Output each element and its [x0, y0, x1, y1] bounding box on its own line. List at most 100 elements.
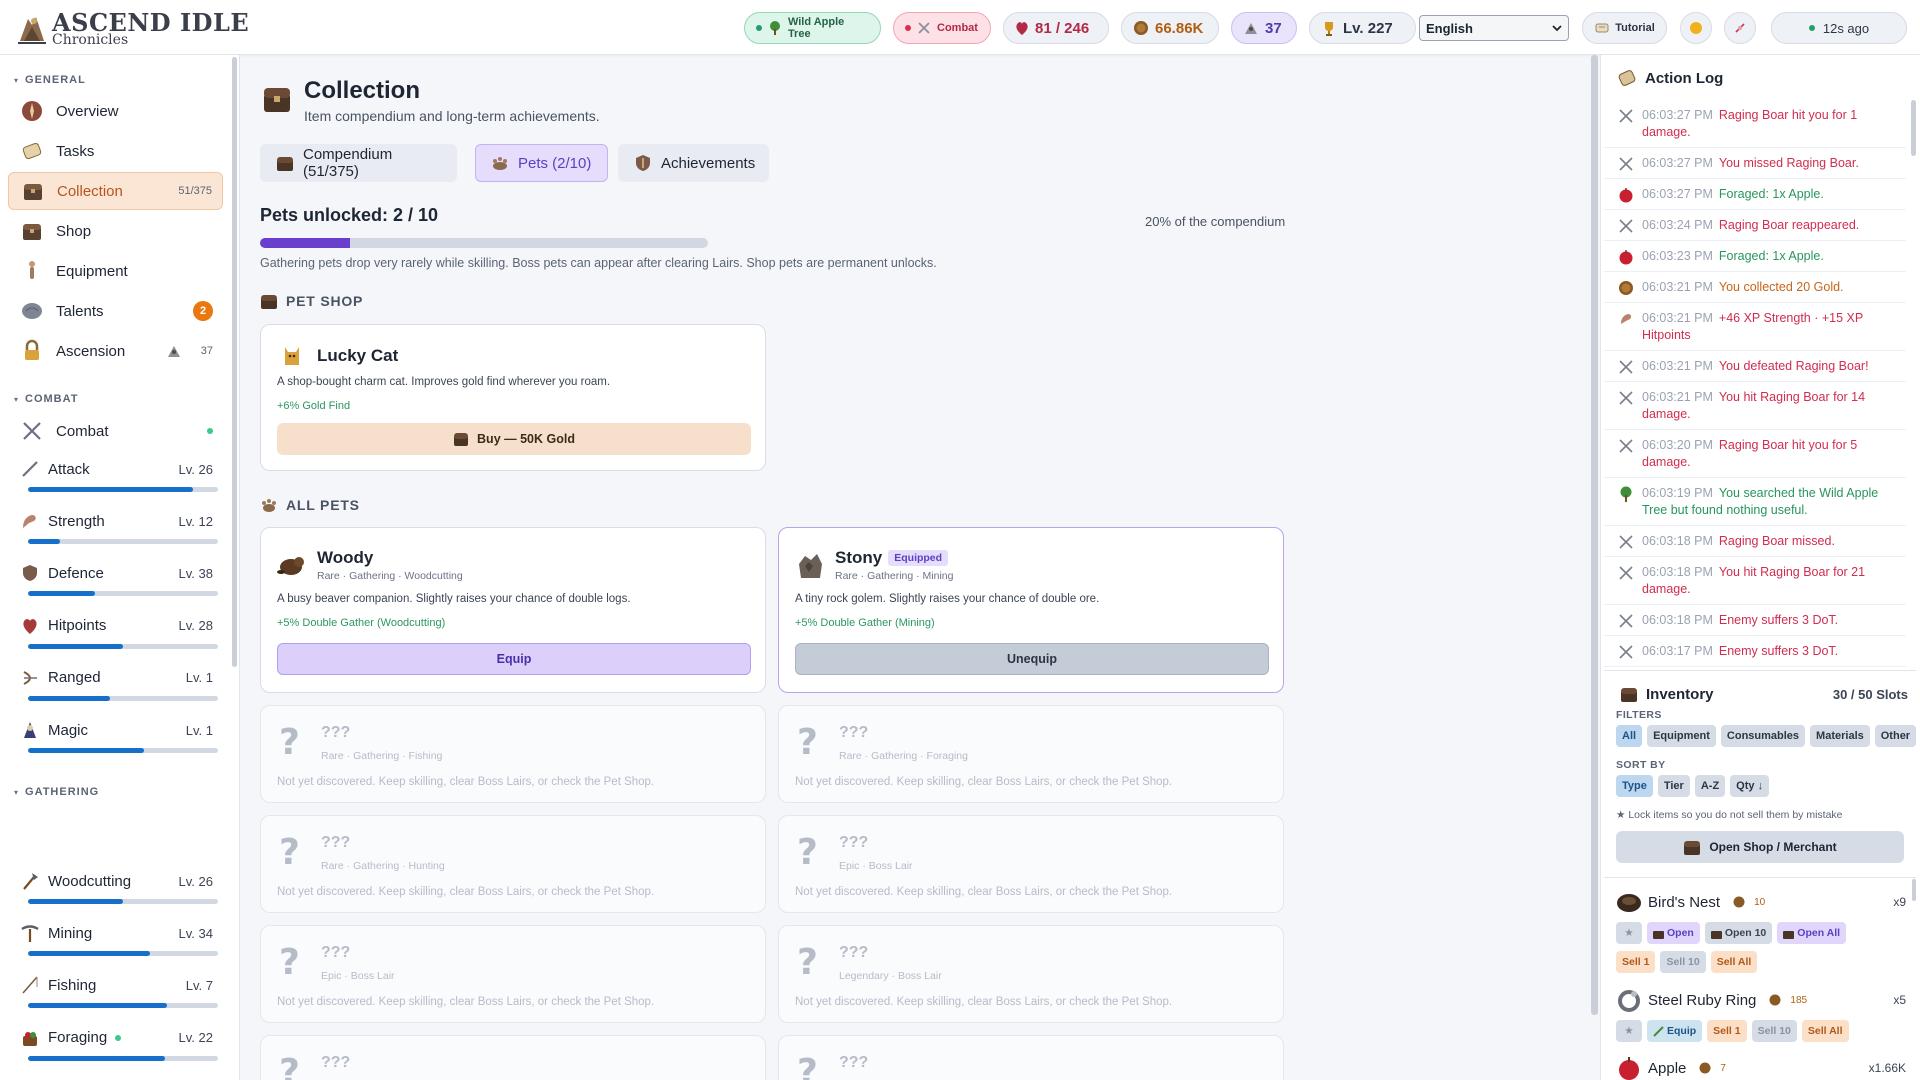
sidebar-item-overview[interactable]: Overview — [8, 92, 223, 130]
paw-icon — [490, 153, 510, 173]
sidebar-skill-magic[interactable]: Magic Lv. 1 — [8, 716, 223, 766]
sidebar-skill-fishing[interactable]: Fishing Lv. 7 — [8, 971, 223, 1021]
action-log-scrollbar[interactable] — [1911, 100, 1916, 156]
sidebar-skill-woodcutting[interactable]: Woodcutting Lv. 26 — [8, 867, 223, 917]
combat-status-pill[interactable]: Combat — [893, 12, 991, 44]
scroll-icon — [1594, 21, 1610, 35]
inventory-item-steel-ruby-ring[interactable]: Steel Ruby Ring 185 x5 ★ Equip Sell 1 Se… — [1616, 988, 1906, 1042]
log-message: Foraged: 1x Apple. — [1718, 187, 1824, 201]
sell-1-button[interactable]: Sell 1 — [1616, 951, 1656, 973]
ascension-pill[interactable]: 37 — [1231, 12, 1297, 44]
language-select[interactable]: English — [1419, 15, 1569, 41]
sidebar-skill-defence[interactable]: Defence Lv. 38 — [8, 559, 223, 609]
sidebar-skill-hunting[interactable]: HuntingLv. 20 — [8, 1076, 223, 1080]
gold-value: 66.86K — [1155, 19, 1204, 37]
skill-level: Lv. 26 — [178, 873, 213, 889]
filter-chip-materials[interactable]: Materials — [1810, 725, 1870, 747]
skill-level: Lv. 12 — [178, 513, 213, 529]
sidebar-skill-hitpoints[interactable]: Hitpoints Lv. 28 — [8, 612, 223, 662]
gold-pill[interactable]: 66.86K — [1121, 12, 1219, 44]
chevron-down-icon: ▾ — [14, 394, 20, 404]
section-combat[interactable]: ▾ COMBAT — [14, 393, 78, 405]
active-dot — [115, 1034, 122, 1041]
chest-icon — [1783, 928, 1795, 939]
open-all-button[interactable]: Open All — [1777, 922, 1847, 944]
main-scrollbar[interactable] — [1591, 55, 1598, 1015]
open-shop-button[interactable]: Open Shop / Merchant — [1616, 831, 1904, 863]
sidebar-scrollbar[interactable] — [232, 57, 237, 667]
hitpoints-pill[interactable]: 81 / 246 — [1003, 12, 1109, 44]
item-quantity: x1.66K — [1868, 1061, 1906, 1075]
question-mark-icon: ? — [797, 722, 818, 763]
log-time: 06:03:21 PM — [1642, 280, 1713, 294]
sort-chip[interactable]: Qty ↓ — [1730, 775, 1770, 797]
inventory-item-apple[interactable]: Apple 7 x1.66K — [1616, 1056, 1906, 1080]
sell-1-button[interactable]: Sell 1 — [1707, 1020, 1747, 1042]
sell-10-button[interactable]: Sell 10 — [1751, 1020, 1797, 1042]
sort-chip[interactable]: Tier — [1657, 775, 1690, 797]
theme-toggle-button[interactable] — [1680, 12, 1712, 44]
action-log-header: Action Log — [1617, 68, 1723, 88]
filter-chip-consumables[interactable]: Consumables — [1720, 725, 1806, 747]
log-entry: 06:03:27 PM Raging Boar hit you for 1 dam… — [1604, 100, 1906, 148]
open-10-button[interactable]: Open 10 — [1704, 922, 1773, 944]
rock-golem-icon — [795, 550, 825, 580]
skill-progress-fill — [28, 643, 123, 649]
sidebar-item-shop[interactable]: Shop — [8, 212, 223, 250]
log-entry: 06:03:27 PM Foraged: 1x Apple. — [1604, 179, 1906, 210]
unequip-button[interactable]: Unequip — [795, 643, 1269, 675]
question-mark-icon: ? — [279, 942, 300, 983]
tab-achievements[interactable]: Achievements — [618, 144, 769, 182]
ring-icon — [1616, 987, 1642, 1013]
sidebar-skill-mining[interactable]: Mining Lv. 34 — [8, 919, 223, 969]
section-general[interactable]: ▾ GENERAL — [14, 74, 86, 86]
lock-item-button[interactable]: ★ — [1616, 1020, 1642, 1042]
sort-chip[interactable]: A-Z — [1694, 775, 1726, 797]
filter-chip-other[interactable]: Other — [1874, 725, 1917, 747]
equip-item-button[interactable]: Equip — [1647, 1020, 1703, 1042]
tab-compendium[interactable]: Compendium (51/375) — [260, 144, 457, 182]
tutorial-button[interactable]: Tutorial — [1582, 12, 1667, 44]
button-label: Sell 10 — [1666, 956, 1700, 968]
skill-name: Mining — [48, 924, 93, 942]
sell-10-button[interactable]: Sell 10 — [1660, 951, 1706, 973]
question-mark-icon: ? — [279, 832, 300, 873]
sell-all-button[interactable]: Sell All — [1710, 951, 1758, 973]
button-label: Sell All — [1716, 956, 1752, 968]
sidebar-skill-ranged[interactable]: Ranged Lv. 1 — [8, 664, 223, 714]
log-time: 06:03:20 PM — [1642, 438, 1713, 452]
skill-name: Strength — [48, 512, 105, 530]
sidebar-item-ascension[interactable]: Ascension 37 — [8, 332, 223, 370]
filter-chip-all[interactable]: All — [1616, 725, 1643, 747]
section-gathering[interactable]: ▾ GATHERING — [14, 786, 99, 798]
mining-icon — [20, 923, 40, 943]
sidebar-item-talents[interactable]: Talents 2 — [8, 292, 223, 330]
inventory-scrollbar[interactable] — [1912, 879, 1916, 901]
locked-pet-card: ???? Epic · Boss Lair Not yet discovered. … — [778, 815, 1284, 913]
inventory-item-birds-nest[interactable]: Bird's Nest 10 x9 ★ Open Open 10 Open Al… — [1616, 890, 1906, 973]
total-level-pill[interactable]: Lv. 227 — [1309, 12, 1416, 44]
section-label: PET SHOP — [286, 293, 364, 309]
active-dot — [756, 25, 762, 31]
magic-icon — [20, 720, 40, 740]
sidebar-item-collection[interactable]: Collection 51/375 — [8, 172, 223, 210]
app-logo[interactable]: ASCEND IDLE Chronicles — [14, 9, 249, 49]
sidebar-item-tasks[interactable]: Tasks — [8, 132, 223, 170]
equip-button[interactable]: Equip — [277, 643, 751, 675]
sidebar-item-equipment[interactable]: Equipment — [8, 252, 223, 290]
sort-chip[interactable]: Type — [1616, 775, 1653, 797]
sidebar-skill-foraging[interactable]: Foraging Lv. 22 — [8, 1024, 223, 1074]
open-button[interactable]: Open — [1647, 922, 1700, 944]
star-icon: ★ — [1624, 927, 1634, 939]
filter-chip-equipment[interactable]: Equipment — [1647, 725, 1716, 747]
lock-item-button[interactable]: ★ — [1616, 922, 1642, 944]
sell-all-button[interactable]: Sell All — [1801, 1020, 1849, 1042]
sidebar-skill-attack[interactable]: Attack Lv. 26 — [8, 455, 223, 505]
mute-button[interactable] — [1724, 12, 1756, 44]
log-time: 06:03:27 PM — [1642, 156, 1713, 170]
buy-pet-button[interactable]: Buy — 50K Gold — [277, 423, 751, 455]
tab-pets[interactable]: Pets (2/10) — [475, 144, 608, 182]
sidebar-item-combat[interactable]: Combat — [8, 412, 223, 450]
current-activity-pill[interactable]: Wild Apple Tree — [744, 12, 881, 44]
sidebar-skill-strength[interactable]: Strength Lv. 12 — [8, 507, 223, 557]
